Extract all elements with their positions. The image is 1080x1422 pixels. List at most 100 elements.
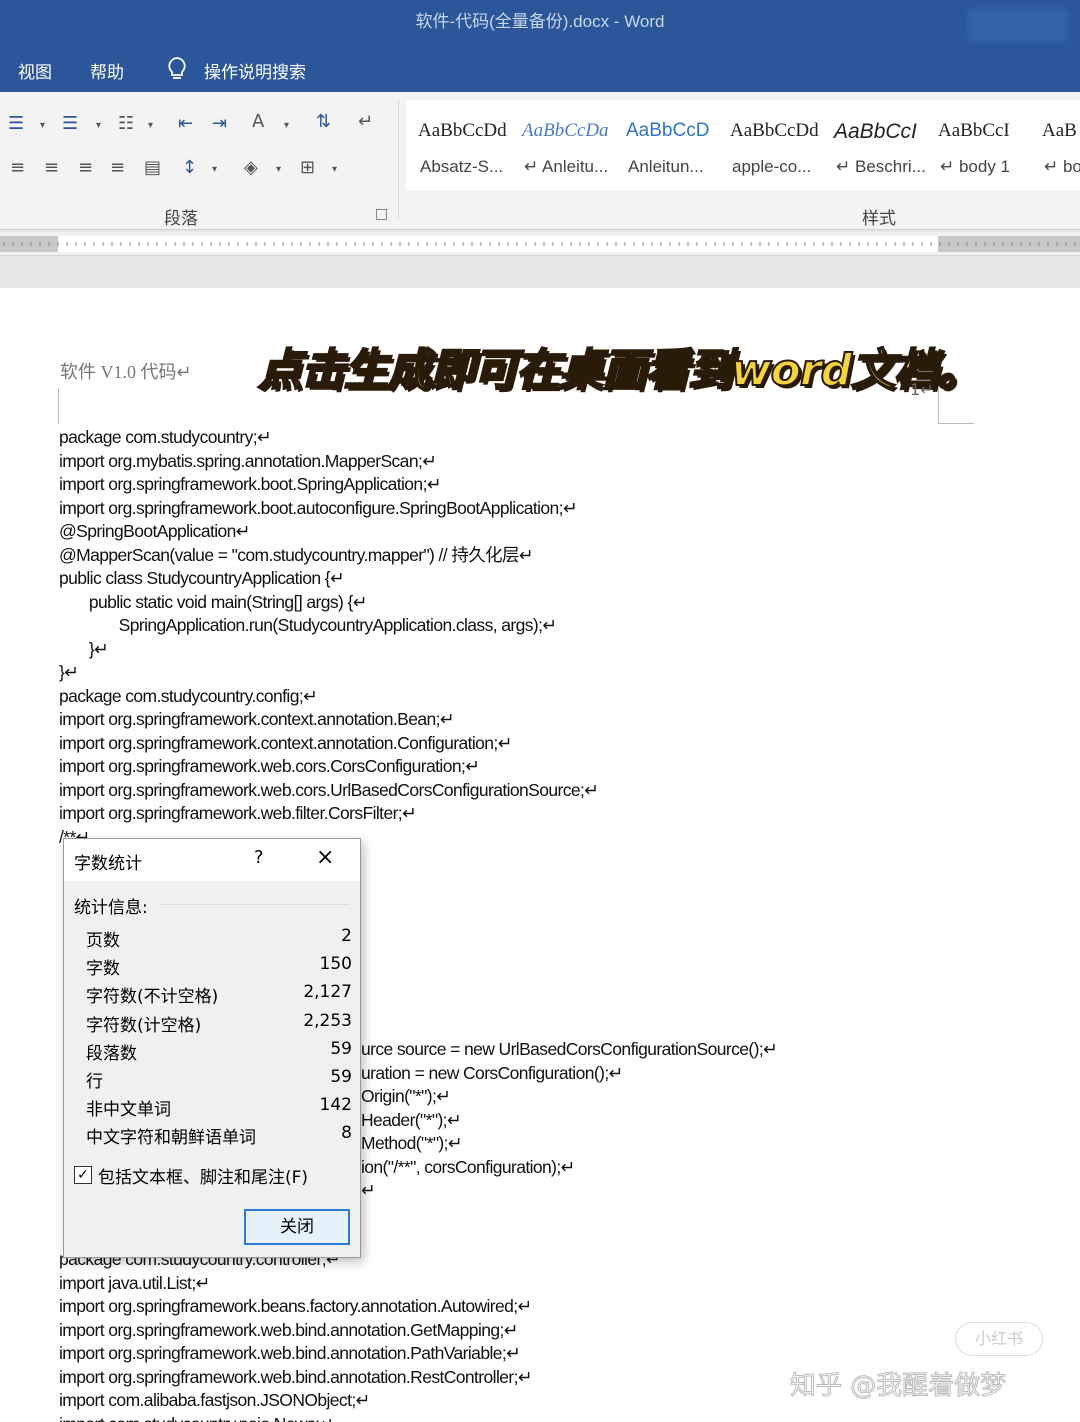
style-name: ↵ bo	[1044, 157, 1080, 176]
statistic-value: 2,253	[303, 1010, 352, 1031]
style-item[interactable]: AaBbCcDd apple-co...	[720, 100, 824, 188]
chevron-down-icon[interactable]: ▾	[148, 120, 153, 131]
code-line: package com.studycountry.config;↵	[59, 685, 318, 706]
line-spacing-icon[interactable]: ↕	[182, 158, 197, 178]
style-preview: AaBbCcI	[834, 120, 917, 143]
code-line: import org.mybatis.spring.annotation.Map…	[59, 450, 437, 471]
align-left-icon[interactable]: ≡	[10, 158, 25, 178]
chevron-down-icon[interactable]: ▾	[276, 164, 281, 175]
code-line: import com.alibaba.fastjson.JSONObject;↵	[59, 1390, 370, 1410]
statistic-label: 字符数(计空格)	[86, 1015, 202, 1036]
lightbulb-icon[interactable]	[165, 56, 189, 82]
dialog-launcher-icon[interactable]	[376, 209, 387, 220]
horizontal-ruler[interactable]	[0, 232, 1080, 256]
multilevel-list-icon[interactable]: ☷	[118, 114, 134, 134]
code-line: }↵	[59, 638, 109, 659]
code-line: import org.springframework.context.annot…	[59, 709, 455, 729]
style-preview: AaBbCcDd	[418, 120, 507, 141]
justify-icon[interactable]: ≡	[110, 158, 125, 178]
code-line: import org.springframework.web.bind.anno…	[59, 1366, 533, 1387]
style-item[interactable]: AaBbCcI ↵ body 1	[928, 100, 1032, 188]
dialog-title: 字数统计	[74, 854, 142, 874]
style-item[interactable]: AaBbCcD Anleitun...	[616, 100, 720, 188]
code-line: import org.springframework.web.cors.UrlB…	[59, 779, 599, 800]
style-item[interactable]: AaBbCcDd Absatz-S...	[408, 100, 512, 188]
code-line: Method("*");↵	[361, 1133, 463, 1153]
code-line: public class StudycountryApplication {↵	[59, 568, 345, 588]
style-item[interactable]: AaB ↵ bo	[1032, 100, 1080, 188]
chevron-down-icon[interactable]: ▾	[212, 164, 217, 175]
statistic-row: 段落数 59	[86, 1039, 352, 1065]
style-preview: AaBbCcDd	[730, 120, 819, 141]
code-line: import org.springframework.beans.factory…	[59, 1296, 532, 1316]
sort-icon[interactable]: ⇅	[316, 112, 331, 132]
chevron-down-icon[interactable]: ▾	[96, 120, 101, 131]
chevron-down-icon[interactable]: ▾	[40, 120, 45, 131]
statistic-value: 8	[341, 1123, 352, 1144]
shading-icon[interactable]: ◈	[244, 158, 258, 178]
chevron-down-icon[interactable]: ▾	[332, 164, 337, 175]
ribbon: ☰ ▾ ☰ ▾ ☷ ▾ ⇤ ⇥ A ▾ ⇅ ↵ ≡ ≡ ≡ ≡ ▤ ↕ ▾ ◈ …	[0, 92, 1080, 230]
include-textboxes-label[interactable]: 包括文本框、脚注和尾注(F)	[98, 1163, 308, 1188]
code-line: urce source = new UrlBasedCorsConfigurat…	[361, 1039, 778, 1059]
tell-me-search[interactable]: 操作说明搜索	[204, 58, 306, 83]
align-right-icon[interactable]: ≡	[78, 158, 93, 178]
menu-view[interactable]: 视图	[18, 58, 52, 83]
word-window: 软件-代码(全量备份).docx - Word 视图 帮助 操作说明搜索 ☰ ▾…	[0, 0, 1080, 1422]
show-marks-icon[interactable]: ↵	[358, 112, 373, 132]
code-line: Header("*");↵	[361, 1109, 462, 1130]
styles-group-label: 样式	[862, 209, 896, 229]
numbering-icon[interactable]: ☰	[62, 114, 78, 134]
asian-layout-icon[interactable]: A	[252, 112, 264, 132]
page-header: 软件 V1.0 代码↵	[60, 362, 192, 382]
watermark: 知乎 @我醒着做梦	[789, 1371, 1007, 1402]
code-line: import org.springframework.web.filter.Co…	[59, 803, 417, 823]
distributed-icon[interactable]: ▤	[144, 158, 161, 178]
margin-corner	[938, 388, 974, 424]
group-divider	[398, 100, 399, 218]
paragraph-group-label: 段落	[164, 209, 198, 229]
styles-gallery: AaBbCcDd Absatz-S... AaBbCcDa ↵ Anleitu.…	[406, 100, 1080, 190]
code-line: import java.util.List;↵	[59, 1272, 210, 1293]
close-button[interactable]: 关闭	[244, 1209, 350, 1245]
watermark-badge: 小红书	[955, 1322, 1043, 1356]
style-name: apple-co...	[732, 157, 812, 176]
statistics-heading: 统计信息:	[74, 898, 148, 918]
close-icon[interactable]: ×	[316, 845, 334, 870]
chevron-down-icon[interactable]: ▾	[284, 120, 289, 131]
style-name: ↵ Beschri...	[836, 157, 926, 176]
margin-corner	[58, 388, 60, 424]
statistic-label: 页数	[86, 931, 120, 951]
include-textboxes-checkbox[interactable]: ✓	[74, 1166, 92, 1184]
statistic-row: 非中文单词 142	[86, 1095, 352, 1121]
borders-icon[interactable]: ⊞	[300, 158, 315, 178]
code-line: uration = new CorsConfiguration();↵	[361, 1062, 623, 1083]
menu-bar: 视图 帮助 操作说明搜索	[0, 46, 1080, 92]
statistic-label: 非中文单词	[86, 1100, 171, 1121]
caption-overlay: 点击生成即可在桌面看到word文档。	[257, 344, 982, 397]
style-name: ↵ Anleitu...	[524, 157, 609, 176]
statistic-row: 行 59	[86, 1067, 352, 1093]
code-line: import org.springframework.context.annot…	[59, 732, 512, 753]
code-line: import org.springframework.web.bind.anno…	[59, 1319, 518, 1340]
statistic-value: 142	[319, 1095, 352, 1116]
style-name: ↵ body 1	[940, 157, 1011, 176]
style-item[interactable]: AaBbCcI ↵ Beschri...	[824, 100, 928, 188]
code-line: import org.springframework.boot.SpringAp…	[59, 474, 441, 494]
statistic-label: 行	[86, 1072, 103, 1092]
style-item[interactable]: AaBbCcDa ↵ Anleitu...	[512, 100, 616, 188]
increase-indent-icon[interactable]: ⇥	[212, 114, 227, 134]
title-bar: 软件-代码(全量备份).docx - Word	[0, 0, 1080, 46]
word-count-dialog: 字数统计 ? × 统计信息: 页数 2 字数 150 字符数(不计空格) 2,127 字符数…	[63, 838, 361, 1258]
decrease-indent-icon[interactable]: ⇤	[178, 114, 193, 134]
align-center-icon[interactable]: ≡	[44, 158, 59, 178]
code-line: ↵	[361, 1180, 376, 1200]
statistic-value: 150	[319, 954, 352, 975]
statistic-value: 59	[330, 1067, 352, 1087]
style-preview: AaBbCcI	[938, 120, 1010, 141]
help-icon[interactable]: ?	[254, 847, 264, 868]
menu-help[interactable]: 帮助	[90, 58, 124, 83]
account-area[interactable]	[968, 8, 1068, 42]
code-line: SpringApplication.run(StudycountryApplic…	[59, 615, 557, 635]
bullets-icon[interactable]: ☰	[8, 114, 24, 134]
